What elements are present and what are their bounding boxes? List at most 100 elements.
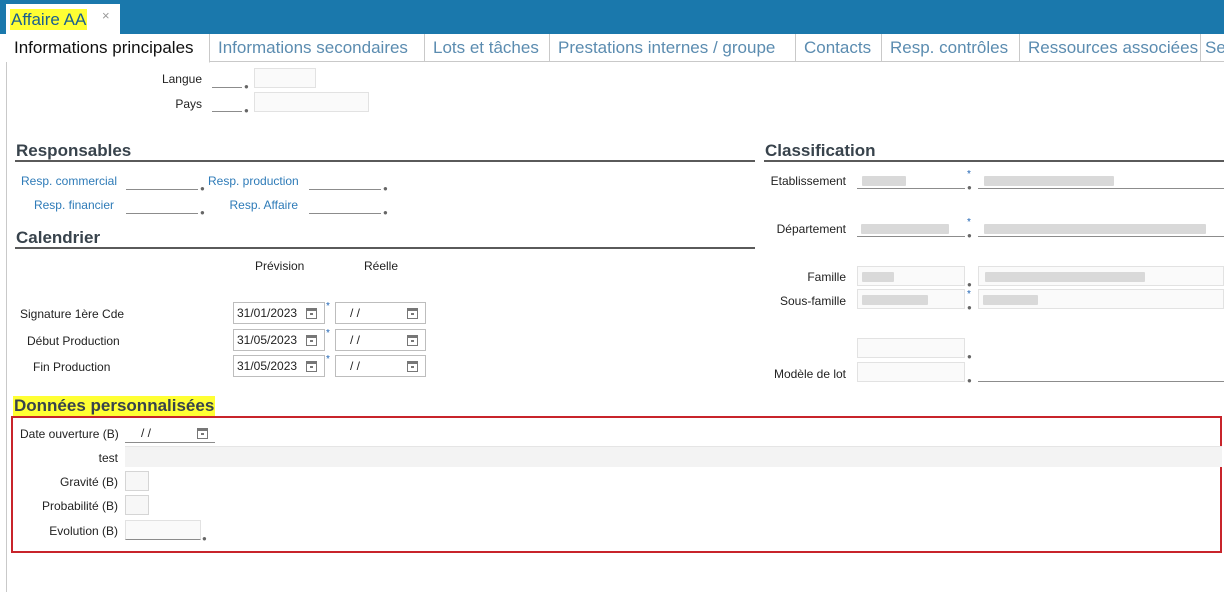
resp-production-label[interactable]: Resp. production <box>208 174 299 188</box>
resp-production-input[interactable] <box>309 170 381 190</box>
sous-famille-code-input[interactable] <box>857 289 965 309</box>
redacted-value <box>984 224 1206 234</box>
calendar-icon[interactable] <box>407 335 418 346</box>
classification-divider <box>764 160 1224 162</box>
probabilite-label: Probabilité (B) <box>41 499 118 513</box>
location-pin-icon[interactable]: ● <box>200 208 205 217</box>
date-ouverture-input[interactable]: / / <box>125 423 215 443</box>
langue-code-input[interactable] <box>212 68 242 88</box>
location-pin-icon[interactable]: ● <box>244 82 249 91</box>
evolution-input[interactable] <box>125 520 201 540</box>
location-pin-icon[interactable]: ● <box>967 280 972 289</box>
date-ouverture-label: Date ouverture (B) <box>20 427 119 441</box>
tab-ressources-associees[interactable]: Ressources associées <box>1020 34 1201 62</box>
redacted-value <box>862 295 928 305</box>
probabilite-input[interactable] <box>125 495 149 515</box>
debut-reelle-input[interactable]: / / <box>335 329 426 351</box>
resp-financier-label[interactable]: Resp. financier <box>20 198 114 212</box>
debut-production-label: Début Production <box>27 334 120 348</box>
location-pin-icon[interactable]: ● <box>967 183 972 192</box>
location-pin-icon[interactable]: ● <box>383 184 388 193</box>
resp-financier-input[interactable] <box>126 194 198 214</box>
sous-famille-label: Sous-famille <box>779 294 846 308</box>
location-pin-icon[interactable]: ● <box>200 184 205 193</box>
col-prevision-label: Prévision <box>255 259 305 273</box>
redacted-value <box>862 272 894 282</box>
tab-resp-controles[interactable]: Resp. contrôles <box>882 34 1020 62</box>
calendar-icon[interactable] <box>306 335 317 346</box>
resp-commercial-input[interactable] <box>126 170 198 190</box>
col-reelle-label: Réelle <box>364 259 399 273</box>
tab-lots-et-taches[interactable]: Lots et tâches <box>425 34 550 62</box>
location-pin-icon[interactable]: ● <box>967 352 972 361</box>
fin-production-label: Fin Production <box>33 360 111 374</box>
debut-prevision-input[interactable]: 31/05/2023 <box>233 329 325 351</box>
tab-bar: Informations principales Informations se… <box>6 34 1224 63</box>
langue-desc-field <box>254 68 316 88</box>
gravite-label: Gravité (B) <box>59 475 118 489</box>
redacted-value <box>985 272 1145 282</box>
required-mark: * <box>326 301 330 312</box>
location-pin-icon[interactable]: ● <box>383 208 388 217</box>
required-mark: * <box>967 217 971 228</box>
etablissement-desc-field <box>978 169 1224 189</box>
modele-de-lot-label: Modèle de lot <box>773 367 846 381</box>
document-tab-title: Affaire AA <box>10 9 88 30</box>
location-pin-icon[interactable]: ● <box>967 303 972 312</box>
resp-affaire-input[interactable] <box>309 194 381 214</box>
test-input[interactable] <box>125 446 1222 467</box>
calendar-icon[interactable] <box>407 308 418 319</box>
left-border <box>6 62 7 592</box>
signature-prevision-input[interactable]: 31/01/2023 <box>233 302 325 324</box>
date-value: 31/05/2023 <box>237 359 298 373</box>
calendrier-title: Calendrier <box>16 228 101 247</box>
test-label: test <box>98 451 118 465</box>
resp-affaire-label[interactable]: Resp. Affaire <box>208 198 298 212</box>
location-pin-icon[interactable]: ● <box>967 376 972 385</box>
sous-famille-desc-field <box>978 289 1224 309</box>
required-mark: * <box>967 289 971 300</box>
calendar-icon[interactable] <box>306 361 317 372</box>
departement-label: Département <box>776 222 846 236</box>
fin-prevision-input[interactable]: 31/05/2023 <box>233 355 325 377</box>
responsables-title: Responsables <box>16 141 132 160</box>
famille-label: Famille <box>807 270 846 284</box>
tab-more[interactable]: Se <box>1201 34 1224 62</box>
close-icon[interactable]: × <box>102 8 110 23</box>
document-tab[interactable]: Affaire AA × <box>6 4 120 34</box>
calendar-icon[interactable] <box>407 361 418 372</box>
signature-reelle-input[interactable]: / / <box>335 302 426 324</box>
date-value: / / <box>350 359 361 373</box>
required-mark: * <box>326 328 330 339</box>
redacted-value <box>983 295 1038 305</box>
famille-code-input[interactable] <box>857 266 965 286</box>
pays-label: Pays <box>175 97 202 111</box>
location-pin-icon[interactable]: ● <box>244 106 249 115</box>
tab-prestations-internes[interactable]: Prestations internes / groupe <box>550 34 796 62</box>
etablissement-label: Etablissement <box>770 174 846 188</box>
calendar-icon[interactable] <box>306 308 317 319</box>
redacted-value <box>984 176 1114 186</box>
fin-reelle-input[interactable]: / / <box>335 355 426 377</box>
tab-contacts[interactable]: Contacts <box>796 34 882 62</box>
date-value: 31/05/2023 <box>237 333 298 347</box>
date-value: / / <box>350 333 361 347</box>
tab-informations-principales[interactable]: Informations principales <box>6 34 210 63</box>
tab-informations-secondaires[interactable]: Informations secondaires <box>210 34 425 62</box>
unlabeled-code-input[interactable] <box>857 338 965 358</box>
location-pin-icon[interactable]: ● <box>202 534 207 543</box>
etablissement-code-input[interactable] <box>857 169 965 189</box>
resp-commercial-label[interactable]: Resp. commercial <box>21 174 117 188</box>
date-value: 31/01/2023 <box>237 306 298 320</box>
location-pin-icon[interactable]: ● <box>967 231 972 240</box>
signature-label: Signature 1ère Cde <box>20 307 125 321</box>
calendar-icon[interactable] <box>197 428 208 439</box>
title-bar: Affaire AA × <box>0 0 1224 34</box>
required-mark: * <box>967 169 971 180</box>
calendrier-divider <box>15 247 755 249</box>
pays-code-input[interactable] <box>212 92 242 112</box>
langue-label: Langue <box>161 72 202 86</box>
departement-code-input[interactable] <box>857 217 965 237</box>
modele-de-lot-code-input[interactable] <box>857 362 965 382</box>
gravite-input[interactable] <box>125 471 149 491</box>
